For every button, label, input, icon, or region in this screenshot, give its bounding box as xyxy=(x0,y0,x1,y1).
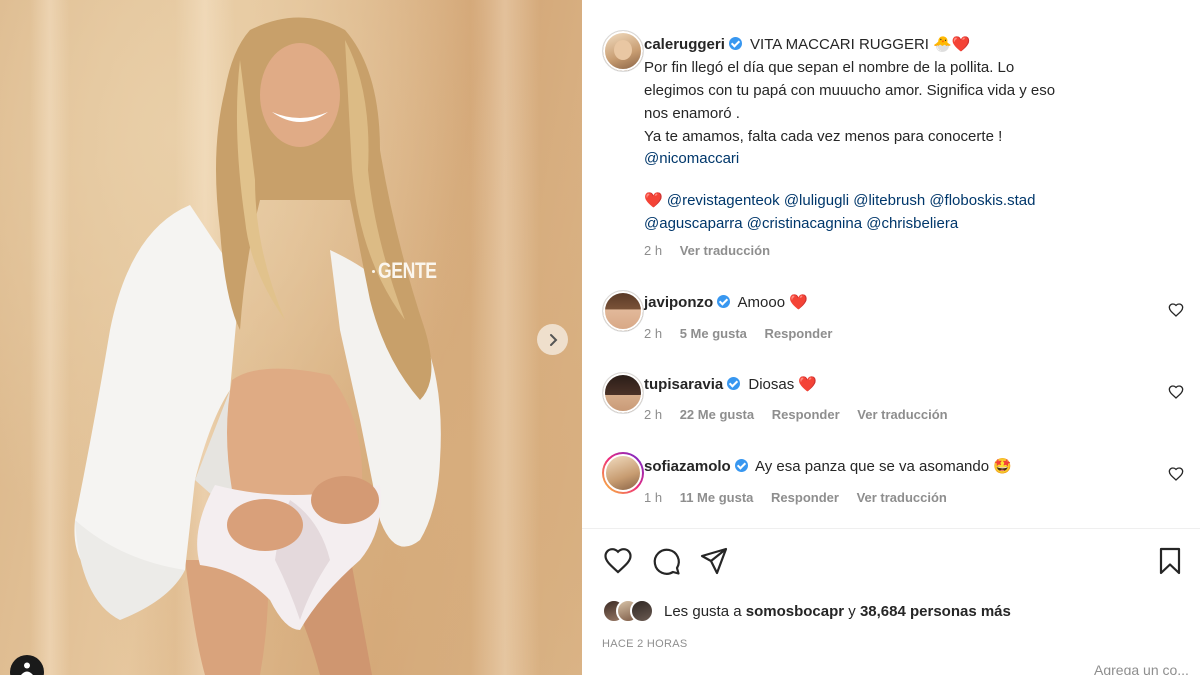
author-username[interactable]: caleruggeri xyxy=(644,36,725,53)
comment-meta: 1 h 11 Me gusta Responder Ver traducción xyxy=(644,490,961,505)
comment-text: Ay esa panza que se va asomando xyxy=(755,458,990,475)
comment-likes[interactable]: 11 Me gusta xyxy=(680,490,754,505)
likes-summary[interactable]: Les gusta a somosbocapr y 38,684 persona… xyxy=(602,598,1011,624)
likes-suffix: y xyxy=(844,602,860,620)
avatar-face xyxy=(614,40,632,60)
caption-line: Por fin llegó el día que sepan el nombre… xyxy=(644,59,1015,76)
translate-link[interactable]: Ver traducción xyxy=(857,490,947,505)
reply-button[interactable]: Responder xyxy=(771,490,839,505)
comment-likes[interactable]: 22 Me gusta xyxy=(680,407,754,422)
next-image-button[interactable] xyxy=(537,324,568,355)
liker-avatar xyxy=(630,599,654,623)
watermark-dot xyxy=(372,270,375,273)
translate-link[interactable]: Ver traducción xyxy=(680,243,770,258)
caption-time[interactable]: 2 h xyxy=(644,243,662,258)
credit-emoji: ❤️ xyxy=(644,192,663,209)
actions-divider xyxy=(582,528,1200,529)
action-bar xyxy=(602,545,1192,577)
translate-link[interactable]: Ver traducción xyxy=(857,407,947,422)
comment-text: Amooo xyxy=(737,294,786,311)
avatar-photo xyxy=(603,373,643,413)
reply-button[interactable]: Responder xyxy=(765,326,833,341)
post-timestamp[interactable]: HACE 2 HORAS xyxy=(602,638,688,650)
commenter-username[interactable]: javiponzo xyxy=(644,294,713,311)
comment-likes[interactable]: 5 Me gusta xyxy=(680,326,747,341)
comment-like-heart-icon[interactable] xyxy=(1168,466,1184,482)
avatar-photo xyxy=(603,291,643,331)
caption-meta: 2 h Ver traducción xyxy=(644,243,784,258)
likes-count[interactable]: 38,684 personas más xyxy=(860,603,1011,620)
mention-link[interactable]: @nicomaccari xyxy=(644,148,739,170)
person-tag-icon xyxy=(21,662,33,675)
comment-body: sofiazamolo Ay esa panza que se va asoma… xyxy=(644,456,1012,478)
verified-badge-icon xyxy=(734,459,748,472)
model-figure xyxy=(74,17,441,675)
comment-emoji: ❤️ xyxy=(789,294,808,311)
comment-bubble-icon[interactable] xyxy=(650,545,682,577)
comment-time[interactable]: 2 h xyxy=(644,407,662,422)
commenter-username[interactable]: tupisaravia xyxy=(644,376,723,393)
comment-body: javiponzo Amooo ❤️ xyxy=(644,292,808,314)
likes-prefix: Les gusta a xyxy=(664,602,746,620)
gente-watermark: GENTE xyxy=(378,258,437,283)
verified-badge-icon xyxy=(717,295,731,308)
credits-mentions[interactable]: @revistagenteok @luligugli @litebrush @f… xyxy=(667,192,1036,209)
comment-meta: 2 h 5 Me gusta Responder xyxy=(644,326,846,341)
commenter-avatar[interactable] xyxy=(602,290,644,332)
caption-header: caleruggeri VITA MACCARI RUGGERI 🐣❤️ xyxy=(644,34,971,56)
comment-text: Diosas xyxy=(748,376,795,393)
commenter-avatar[interactable] xyxy=(602,452,644,494)
reply-button[interactable]: Responder xyxy=(772,407,840,422)
liker-avatars xyxy=(602,599,664,623)
caption-line: nos enamoró . xyxy=(644,105,740,122)
add-comment-input[interactable]: Agrega un co... xyxy=(1094,662,1189,675)
verified-badge-icon xyxy=(728,37,742,50)
caption-line: Ya te amamos, falta cada vez menos para … xyxy=(644,128,1003,145)
chevron-right-icon xyxy=(549,333,557,346)
commenter-avatar[interactable] xyxy=(602,372,644,414)
author-avatar[interactable] xyxy=(602,30,644,72)
comment-meta: 2 h 22 Me gusta Responder Ver traducción xyxy=(644,407,962,422)
commenter-username[interactable]: sofiazamolo xyxy=(644,458,731,475)
credits-line: ❤️ @revistagenteok @luligugli @litebrush… xyxy=(644,190,1035,212)
comment-like-heart-icon[interactable] xyxy=(1168,302,1184,318)
likes-text: Les gusta a somosbocapr y 38,684 persona… xyxy=(664,603,1011,620)
comment-like-heart-icon[interactable] xyxy=(1168,384,1184,400)
paper-plane-icon[interactable] xyxy=(698,545,730,577)
caption-title-emojis: 🐣❤️ xyxy=(933,36,971,53)
bookmark-icon[interactable] xyxy=(1154,545,1186,577)
comment-time[interactable]: 2 h xyxy=(644,326,662,341)
caption-title: VITA MACCARI RUGGERI xyxy=(750,36,929,53)
avatar-photo xyxy=(604,454,642,492)
likes-user[interactable]: somosbocapr xyxy=(746,603,844,620)
verified-badge-icon xyxy=(727,377,741,390)
credits-mentions[interactable]: @aguscaparra @cristinacagnina @chrisbeli… xyxy=(644,213,958,235)
caption-line: elegimos con tu papá con muuucho amor. S… xyxy=(644,82,1056,99)
comment-time[interactable]: 1 h xyxy=(644,490,662,505)
comment-body: tupisaravia Diosas ❤️ xyxy=(644,374,817,396)
comment-emoji: 🤩 xyxy=(993,458,1012,475)
post-details-panel: caleruggeri VITA MACCARI RUGGERI 🐣❤️ Por… xyxy=(582,0,1200,675)
comment-emoji: ❤️ xyxy=(798,376,818,393)
heart-outline-icon[interactable] xyxy=(602,545,634,577)
post-image[interactable]: GENTE xyxy=(0,0,582,675)
